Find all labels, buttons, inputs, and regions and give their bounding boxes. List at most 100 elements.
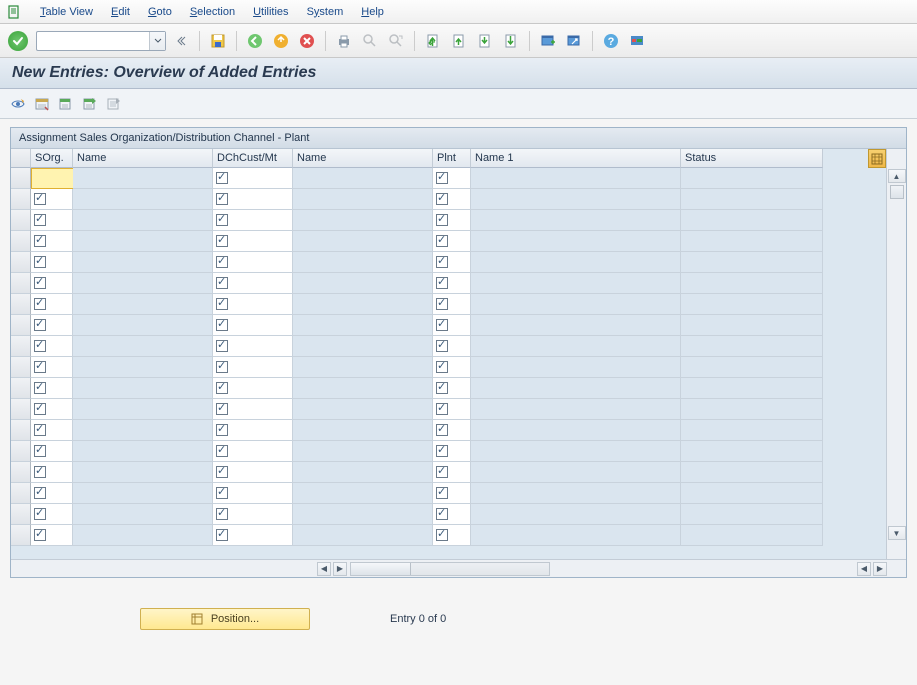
checkbox-icon[interactable] — [436, 172, 448, 184]
cell-sorg[interactable] — [31, 420, 73, 441]
scroll-right2-icon[interactable]: ▶ — [873, 562, 887, 576]
checkbox-icon[interactable] — [216, 529, 228, 541]
checkbox-icon[interactable] — [34, 256, 46, 268]
row-selector[interactable] — [11, 168, 31, 189]
checkbox-icon[interactable] — [216, 172, 228, 184]
cell-dch[interactable] — [213, 420, 293, 441]
command-field[interactable] — [36, 31, 166, 51]
cell-sorg[interactable] — [31, 189, 73, 210]
checkbox-icon[interactable] — [436, 466, 448, 478]
save-button[interactable] — [207, 30, 229, 52]
checkbox-icon[interactable] — [436, 445, 448, 457]
row-selector[interactable] — [11, 483, 31, 504]
checkbox-icon[interactable] — [34, 193, 46, 205]
cell-plnt[interactable] — [433, 210, 471, 231]
cell-sorg[interactable] — [31, 273, 73, 294]
cell-plnt[interactable] — [433, 525, 471, 546]
position-button[interactable]: Position... — [140, 608, 310, 630]
cell-sorg[interactable] — [31, 231, 73, 252]
toggle-display-button[interactable] — [8, 94, 28, 114]
checkbox-icon[interactable] — [34, 466, 46, 478]
cell-dch[interactable] — [213, 525, 293, 546]
cell-plnt[interactable] — [433, 504, 471, 525]
menu-selection[interactable]: Selection — [182, 4, 243, 20]
checkbox-icon[interactable] — [216, 319, 228, 331]
cell-dch[interactable] — [213, 378, 293, 399]
horizontal-scrollbar[interactable]: ◀ ▶ ◀ ▶ — [11, 559, 906, 577]
menu-doc-icon[interactable] — [6, 4, 22, 20]
vertical-scrollbar[interactable]: ▲ ▼ — [886, 149, 906, 559]
enter-button[interactable] — [8, 31, 28, 51]
checkbox-icon[interactable] — [34, 340, 46, 352]
row-selector[interactable] — [11, 504, 31, 525]
checkbox-icon[interactable] — [34, 235, 46, 247]
config-button[interactable] — [104, 94, 124, 114]
cell-dch[interactable] — [213, 315, 293, 336]
find-button[interactable] — [359, 30, 381, 52]
row-selector[interactable] — [11, 420, 31, 441]
cell-dch[interactable] — [213, 441, 293, 462]
checkbox-icon[interactable] — [34, 529, 46, 541]
row-selector[interactable] — [11, 378, 31, 399]
cell-sorg[interactable] — [31, 315, 73, 336]
cell-plnt[interactable] — [433, 483, 471, 504]
collapse-button[interactable] — [170, 30, 192, 52]
select-block-button[interactable] — [56, 94, 76, 114]
checkbox-icon[interactable] — [436, 382, 448, 394]
col-status[interactable]: Status — [681, 149, 823, 168]
row-selector[interactable] — [11, 252, 31, 273]
menu-help[interactable]: Help — [353, 4, 392, 20]
scroll-right-icon[interactable]: ▶ — [333, 562, 347, 576]
checkbox-icon[interactable] — [34, 445, 46, 457]
col-plnt[interactable]: Plnt — [433, 149, 471, 168]
checkbox-icon[interactable] — [216, 235, 228, 247]
find-next-button[interactable] — [385, 30, 407, 52]
new-session-button[interactable] — [537, 30, 559, 52]
checkbox-icon[interactable] — [34, 298, 46, 310]
checkbox-icon[interactable] — [216, 382, 228, 394]
scroll-left-icon[interactable]: ◀ — [317, 562, 331, 576]
scroll-left2-icon[interactable]: ◀ — [857, 562, 871, 576]
checkbox-icon[interactable] — [436, 403, 448, 415]
cell-sorg[interactable] — [31, 462, 73, 483]
cell-plnt[interactable] — [433, 378, 471, 399]
cell-plnt[interactable] — [433, 336, 471, 357]
cell-plnt[interactable] — [433, 462, 471, 483]
col-name[interactable]: Name — [73, 149, 213, 168]
cell-sorg[interactable] — [31, 378, 73, 399]
checkbox-icon[interactable] — [216, 466, 228, 478]
checkbox-icon[interactable] — [34, 424, 46, 436]
cell-dch[interactable] — [213, 504, 293, 525]
next-page-button[interactable] — [474, 30, 496, 52]
checkbox-icon[interactable] — [436, 256, 448, 268]
cell-dch[interactable] — [213, 252, 293, 273]
exit-button[interactable] — [270, 30, 292, 52]
back-button[interactable] — [244, 30, 266, 52]
cell-sorg[interactable] — [31, 210, 73, 231]
cell-dch[interactable] — [213, 231, 293, 252]
cell-sorg[interactable] — [31, 336, 73, 357]
menu-edit[interactable]: Edit — [103, 4, 138, 20]
cell-plnt[interactable] — [433, 273, 471, 294]
cell-plnt[interactable] — [433, 441, 471, 462]
checkbox-icon[interactable] — [216, 298, 228, 310]
cell-dch[interactable] — [213, 168, 293, 189]
cell-sorg[interactable] — [31, 441, 73, 462]
col-name2[interactable]: Name — [293, 149, 433, 168]
checkbox-icon[interactable] — [216, 361, 228, 373]
checkbox-icon[interactable] — [34, 361, 46, 373]
col-sorg[interactable]: SOrg. — [31, 149, 73, 168]
cell-plnt[interactable] — [433, 168, 471, 189]
cell-dch[interactable] — [213, 462, 293, 483]
cell-sorg[interactable] — [31, 252, 73, 273]
first-page-button[interactable] — [422, 30, 444, 52]
row-selector[interactable] — [11, 357, 31, 378]
checkbox-icon[interactable] — [216, 277, 228, 289]
checkbox-icon[interactable] — [436, 508, 448, 520]
prev-page-button[interactable] — [448, 30, 470, 52]
checkbox-icon[interactable] — [436, 319, 448, 331]
col-name1[interactable]: Name 1 — [471, 149, 681, 168]
cell-plnt[interactable] — [433, 315, 471, 336]
scroll-down-icon[interactable]: ▼ — [888, 526, 906, 540]
cell-sorg[interactable] — [31, 399, 73, 420]
